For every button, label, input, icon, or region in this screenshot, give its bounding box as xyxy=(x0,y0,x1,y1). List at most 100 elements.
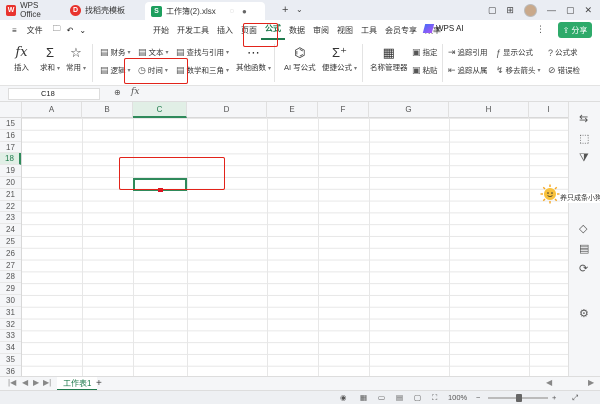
finance-button[interactable]: ▤ 财务 ▾ xyxy=(100,47,131,58)
column-header-h[interactable]: H xyxy=(449,102,529,118)
row-header-28[interactable]: 28 xyxy=(0,271,21,284)
page-layout-icon[interactable]: ▭ xyxy=(378,393,385,402)
show-formula-button[interactable]: ƒ 显示公式 xyxy=(496,47,533,58)
row-header-23[interactable]: 23 xyxy=(0,212,21,225)
autosum-button[interactable]: Σ 求和 ▾ xyxy=(40,44,60,73)
avatar[interactable] xyxy=(523,3,537,17)
formula-eval-button[interactable]: ? 公式求 xyxy=(548,47,578,58)
fit-window-icon[interactable]: ⤢ xyxy=(572,393,578,403)
menu-member[interactable]: 会员专享 xyxy=(381,25,421,36)
column-header-c[interactable]: C xyxy=(133,102,187,118)
sidebar-filter-icon[interactable]: ⧩ xyxy=(579,152,589,165)
close-window-icon[interactable]: ✕ xyxy=(584,5,592,16)
insert-function-button[interactable]: fx 插入 xyxy=(14,44,29,73)
zoom-slider-knob[interactable] xyxy=(516,394,522,402)
menu-data[interactable]: 数据 xyxy=(285,25,309,36)
menu-insert[interactable]: 插入 xyxy=(213,25,237,36)
column-header-i[interactable]: I xyxy=(529,102,568,118)
error-check-button[interactable]: ⊘ 错误检 xyxy=(548,65,580,76)
column-header-d[interactable]: D xyxy=(187,102,267,118)
menu-file[interactable]: 文件 xyxy=(23,25,47,36)
page-break-icon[interactable]: ▤ xyxy=(396,393,403,402)
row-header-26[interactable]: 26 xyxy=(0,248,21,260)
sidebar-select-icon[interactable]: ⬚ xyxy=(579,132,589,145)
row-header-30[interactable]: 30 xyxy=(0,295,21,307)
fullscreen-icon[interactable]: ⛶ xyxy=(432,393,437,403)
ai-formula-button[interactable]: ⌬ AI 写公式 xyxy=(284,44,316,73)
eye-protection-icon[interactable]: ◉ xyxy=(340,393,347,402)
select-all-corner[interactable] xyxy=(0,102,22,118)
row-header-24[interactable]: 24 xyxy=(0,224,21,236)
tab-wps-office[interactable]: W WPS Office xyxy=(0,0,64,20)
row-header-33[interactable]: 33 xyxy=(0,330,21,343)
row-header-34[interactable]: 34 xyxy=(0,342,21,354)
wps-ai-button[interactable]: WPS AI xyxy=(422,24,464,33)
column-header-e[interactable]: E xyxy=(267,102,318,118)
row-header-25[interactable]: 25 xyxy=(0,236,21,248)
row-header-19[interactable]: 19 xyxy=(0,165,21,177)
fx-button[interactable]: fx xyxy=(131,87,139,97)
row-header-22[interactable]: 22 xyxy=(0,201,21,213)
menu-developer[interactable]: 开发工具 xyxy=(173,25,213,36)
maximize-icon[interactable]: ▢ xyxy=(566,5,575,16)
column-header-f[interactable]: F xyxy=(318,102,369,118)
normal-view-icon[interactable]: ▦ xyxy=(360,393,367,402)
specify-button[interactable]: ▣ 指定 xyxy=(412,47,438,58)
assistant-label[interactable]: 养只成条小狗 xyxy=(560,193,600,203)
more-icon[interactable]: ⌄ xyxy=(79,26,86,35)
share-button[interactable]: ⇪ 分享 xyxy=(558,22,592,38)
name-box[interactable]: C18 xyxy=(8,88,100,100)
common-functions-button[interactable]: ☆ 常用 ▾ xyxy=(66,44,86,73)
zoom-icon[interactable]: ⊕ xyxy=(114,88,121,97)
new-tab-icon[interactable]: + xyxy=(282,4,288,16)
row-header-17[interactable]: 17 xyxy=(0,142,21,154)
row-header-29[interactable]: 29 xyxy=(0,283,21,295)
cell-area[interactable] xyxy=(22,118,568,376)
column-header-a[interactable]: A xyxy=(22,102,82,118)
close-tab-icon[interactable]: ● xyxy=(242,7,247,16)
name-manager-button[interactable]: ▦ 名称管理器 xyxy=(370,44,408,73)
chevron-down-icon[interactable]: ⌄ xyxy=(296,5,303,14)
scroll-left-icon[interactable]: ◀ xyxy=(546,378,552,387)
prev-sheet-icon[interactable]: ◀ xyxy=(22,378,28,387)
last-sheet-icon[interactable]: ▶| xyxy=(43,378,51,387)
next-sheet-icon[interactable]: ▶ xyxy=(33,378,39,387)
row-header-20[interactable]: 20 xyxy=(0,177,21,189)
zoom-level[interactable]: 100% xyxy=(448,393,467,402)
add-sheet-icon[interactable]: + xyxy=(96,377,102,391)
menu-review[interactable]: 审阅 xyxy=(309,25,333,36)
sun-mascot-icon[interactable] xyxy=(540,184,560,204)
paste-button[interactable]: ▣ 粘贴 xyxy=(412,65,438,76)
save-icon[interactable]: 🗀 xyxy=(53,23,61,37)
first-sheet-icon[interactable]: |◀ xyxy=(8,378,16,387)
more-options-icon[interactable]: ⋮ xyxy=(536,24,545,35)
menu-view[interactable]: 视图 xyxy=(333,25,357,36)
row-header-31[interactable]: 31 xyxy=(0,307,21,319)
spreadsheet-grid[interactable]: ABCDEFGHI 15 16 17 18 19 20 21 22 23 24 25 26 27 28 29… xyxy=(0,102,568,376)
row-header-21[interactable]: 21 xyxy=(0,189,21,201)
menu-tools[interactable]: 工具 xyxy=(357,25,381,36)
sheet-tab-1[interactable]: 工作表1 xyxy=(57,377,98,391)
zoom-slider[interactable] xyxy=(488,394,548,402)
lookup-button[interactable]: ▤ 查找与引用 ▾ xyxy=(176,47,229,58)
remove-arrows-button[interactable]: ↯ 移去箭头 ▾ xyxy=(496,65,541,76)
restore-icon[interactable]: ▢ xyxy=(488,5,497,16)
row-header-32[interactable]: 32 xyxy=(0,319,21,331)
grid-menu-icon[interactable]: ⊞ xyxy=(506,5,514,16)
sidebar-expand-icon[interactable]: ⇆ xyxy=(579,112,588,125)
undo-icon[interactable]: ↶ xyxy=(67,26,74,35)
sidebar-tools-icon[interactable]: ⚙ xyxy=(579,307,589,320)
row-header-16[interactable]: 16 xyxy=(0,130,21,142)
minimize-icon[interactable]: — xyxy=(547,5,556,15)
row-header-15[interactable]: 15 xyxy=(0,118,21,130)
row-header-35[interactable]: 35 xyxy=(0,354,21,366)
scroll-right-icon[interactable]: ▶ xyxy=(588,378,594,387)
row-header-18[interactable]: 18 xyxy=(0,153,21,166)
menu-home[interactable]: 开始 xyxy=(149,25,173,36)
column-header-b[interactable]: B xyxy=(82,102,133,118)
column-header-g[interactable]: G xyxy=(369,102,449,118)
row-header-36[interactable]: 36 xyxy=(0,366,21,376)
hamburger-icon[interactable]: ≡ xyxy=(8,26,21,35)
sidebar-backup-icon[interactable]: ⟳ xyxy=(579,262,588,275)
zoom-in-icon[interactable]: + xyxy=(552,393,556,402)
